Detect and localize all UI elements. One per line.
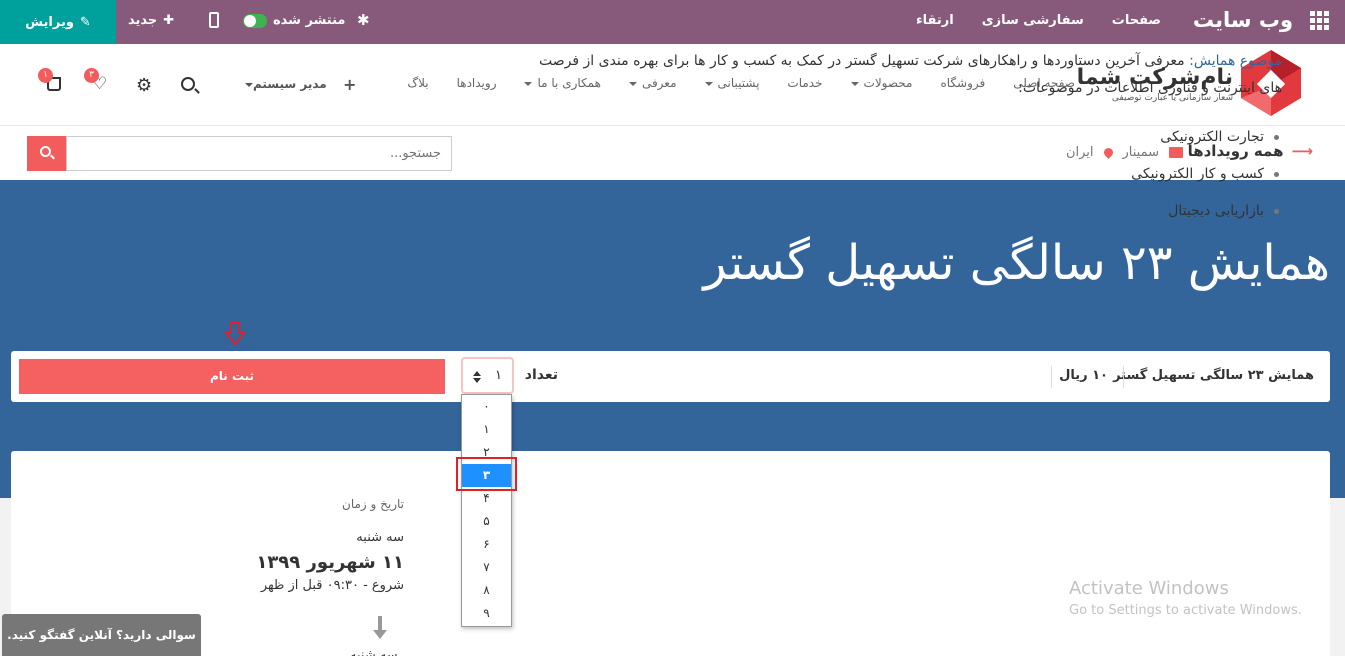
ticket-name: همایش ۲۳ سالگی تسهیل گستر [1113,368,1314,383]
register-button[interactable]: ثبت نام [19,359,445,394]
arrow-down-icon [373,616,387,639]
event-weekday: سه شنبه [356,530,404,545]
watermark-line-2: Go to Settings to activate Windows. [1069,603,1302,618]
pencil-icon: ✎ [79,14,91,30]
event-details-card [11,451,1330,656]
ticket-price: ۱۰ ریال [1059,368,1108,383]
add-menu-plus[interactable]: + [343,75,356,94]
edit-label: ویرایش [25,14,74,30]
publish-toggle[interactable]: منتشر شده [243,13,345,28]
menu-pages[interactable]: صفحات [1112,13,1161,28]
menu-upgrade[interactable]: ارتقاء [916,13,954,28]
date-time-panel: تاریخ و زمان سه شنبه ۱۱ شهریور ۱۳۹۹ شروع… [252,497,404,593]
menu-customize[interactable]: سفارشی سازی [982,13,1084,28]
select-arrows-icon [473,371,481,383]
arrow-left-icon: ⟶ [1291,142,1313,160]
toggle-icon[interactable] [243,13,267,28]
event-title: همایش ۲۳ سالگی تسهیل گستر [703,235,1330,291]
description-paragraph: موضوع همایش: معرفی آخرین دستاوردها و راه… [522,48,1282,102]
plus-icon: ✚ [163,13,175,28]
arrow-down-icon [225,322,245,346]
list-item: بازاریابی دیجیتال [522,198,1282,225]
nav-blog[interactable]: بلاگ [407,76,428,90]
topic-label: موضوع همایش: [1189,53,1282,69]
quantity-option[interactable]: ۱ [462,418,511,441]
event-date: ۱۱ شهریور ۱۳۹۹ [256,552,404,573]
new-label: جدید [128,13,158,28]
bug-icon[interactable]: ✱ [357,11,370,29]
search-input[interactable] [66,136,452,171]
quantity-option[interactable]: ۶ [462,533,511,556]
admin-top-bar: وب سایت صفحات سفارشی سازی ارتقاء ✱ منتشر… [0,0,1345,44]
quantity-option[interactable]: ۵ [462,510,511,533]
quantity-value: ۱ [495,368,502,383]
event-start-time: شروع - ۰۹:۳۰ قبل از ظهر [260,578,404,593]
registration-bar: همایش ۲۳ سالگی تسهیل گستر ۱۰ ریال تعداد … [11,351,1330,402]
search-button[interactable] [27,136,66,171]
wishlist-badge: ۳ [84,68,99,83]
event-description: موضوع همایش: معرفی آخرین دستاوردها و راه… [522,48,1282,235]
event-end-weekday: سه شنبه [350,648,398,656]
user-menu[interactable]: مدیر سیستم [240,77,327,91]
description-text: معرفی آخرین دستاوردها و راهکارهای شرکت ت… [539,53,1282,96]
website-app-title[interactable]: وب سایت [1193,8,1293,32]
quantity-dropdown: ۰ ۱ ۲ ۳ ۴ ۵ ۶ ۷ ۸ ۹ [461,394,512,627]
admin-menu: صفحات سفارشی سازی ارتقاء [916,13,1161,28]
cart-badge: ۱ [38,68,53,83]
gear-icon[interactable]: ⚙ [136,75,152,96]
new-button[interactable]: جدید ✚ [128,13,174,28]
date-time-heading: تاریخ و زمان [342,497,404,511]
annotation-highlight-box [456,457,517,491]
topic-list: تجارت الکترونیکی کسب و کار الکترونیکی با… [522,124,1282,225]
search-icon[interactable] [181,77,195,91]
search-icon [40,146,51,157]
quantity-option[interactable]: ۹ [462,602,511,625]
edit-button[interactable]: ویرایش ✎ [0,0,116,44]
quantity-option[interactable]: ۷ [462,556,511,579]
mobile-icon[interactable] [209,12,219,28]
windows-activation-watermark: Activate Windows Go to Settings to activ… [1069,578,1302,618]
live-chat-button[interactable]: سوالی دارید؟ آنلاین گفتگو کنید. [2,614,201,656]
quantity-label: تعداد [524,367,558,383]
quantity-select[interactable]: ۱ [461,357,514,394]
separator [1123,366,1124,388]
list-item: کسب و کار الکترونیکی [522,161,1282,188]
list-item: تجارت الکترونیکی [522,124,1282,151]
published-label: منتشر شده [273,13,346,28]
nav-events[interactable]: رویدادها [457,76,497,90]
apps-grid-icon[interactable] [1310,11,1329,30]
watermark-line-1: Activate Windows [1069,578,1229,599]
quantity-option[interactable]: ۸ [462,579,511,602]
quantity-option[interactable]: ۰ [462,395,511,418]
separator [1051,366,1052,388]
